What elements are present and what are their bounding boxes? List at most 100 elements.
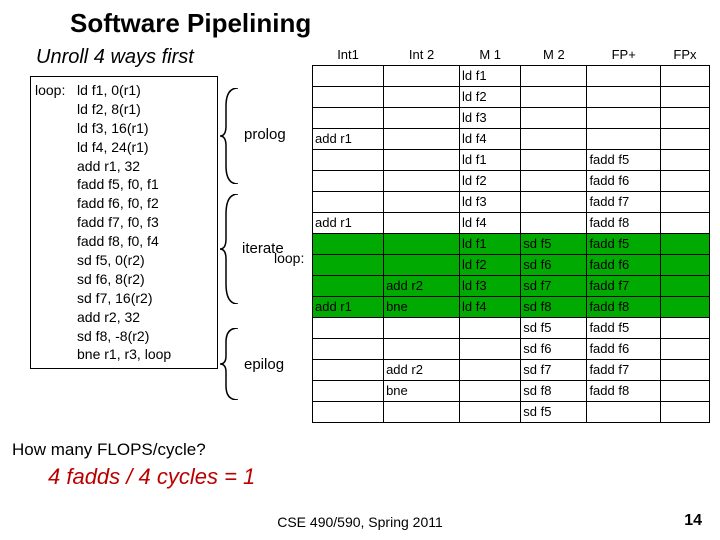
- col-header: Int 2: [384, 44, 460, 65]
- table-cell: [587, 65, 661, 86]
- table-cell: [384, 107, 460, 128]
- table-cell: [521, 128, 587, 149]
- table-cell: fadd f8: [587, 380, 661, 401]
- table-cell: [384, 65, 460, 86]
- table-cell: [521, 86, 587, 107]
- table-cell: [384, 170, 460, 191]
- table-cell: [313, 317, 384, 338]
- table-cell: sd f5: [521, 317, 587, 338]
- table-cell: [587, 128, 661, 149]
- table-cell: sd f5: [521, 401, 587, 422]
- table-row: ld f3fadd f7: [313, 191, 710, 212]
- table-cell: sd f7: [521, 359, 587, 380]
- table-cell: [460, 401, 521, 422]
- table-cell: ld f4: [460, 128, 521, 149]
- table-cell: [313, 233, 384, 254]
- table-cell: fadd f7: [587, 275, 661, 296]
- table-cell: [587, 86, 661, 107]
- table-cell: sd f5: [521, 233, 587, 254]
- table-cell: ld f2: [460, 170, 521, 191]
- table-cell: [384, 191, 460, 212]
- table-cell: sd f6: [521, 338, 587, 359]
- table-row: sd f5fadd f5: [313, 317, 710, 338]
- table-cell: [660, 149, 709, 170]
- table-cell: ld f4: [460, 212, 521, 233]
- loop-code-box: loop:ld f1, 0(r1)ld f2, 8(r1)ld f3, 16(r…: [30, 76, 218, 369]
- table-row: bnesd f8fadd f8: [313, 380, 710, 401]
- table-cell: [384, 128, 460, 149]
- table-cell: [660, 107, 709, 128]
- table-cell: [384, 254, 460, 275]
- table-cell: [521, 149, 587, 170]
- col-header: Int1: [313, 44, 384, 65]
- table-row: ld f2 fadd f6: [313, 170, 710, 191]
- table-cell: [660, 338, 709, 359]
- brace-label-epilog: epilog: [244, 356, 284, 373]
- table-cell: [384, 338, 460, 359]
- col-header: FP+: [587, 44, 661, 65]
- table-cell: ld f1: [460, 65, 521, 86]
- loop-line: fadd f8, f0, f4: [35, 232, 211, 251]
- table-cell: [660, 254, 709, 275]
- table-cell: sd f8: [521, 380, 587, 401]
- table-row: add r1 ld f4: [313, 128, 710, 149]
- table-cell: [660, 170, 709, 191]
- table-cell: [313, 107, 384, 128]
- loop-line: loop:ld f1, 0(r1): [35, 81, 211, 100]
- table-cell: add r1: [313, 212, 384, 233]
- loop-line: ld f3, 16(r1): [35, 119, 211, 138]
- table-cell: [521, 170, 587, 191]
- loop-line: fadd f5, f0, f1: [35, 175, 211, 194]
- loop-line: add r1, 32: [35, 157, 211, 176]
- table-cell: fadd f5: [587, 317, 661, 338]
- table-cell: bne: [384, 296, 460, 317]
- question-text: How many FLOPS/cycle?: [12, 440, 206, 460]
- table-cell: [313, 191, 384, 212]
- table-cell: fadd f5: [587, 233, 661, 254]
- table-cell: fadd f7: [587, 191, 661, 212]
- subtitle: Unroll 4 ways first: [36, 46, 194, 69]
- table-cell: fadd f6: [587, 170, 661, 191]
- table-cell: ld f3: [460, 275, 521, 296]
- table-cell: ld f3: [460, 107, 521, 128]
- table-cell: [384, 401, 460, 422]
- loop-line: fadd f6, f0, f2: [35, 194, 211, 213]
- table-cell: fadd f6: [587, 338, 661, 359]
- table-cell: [660, 86, 709, 107]
- table-cell: fadd f8: [587, 296, 661, 317]
- table-cell: [384, 233, 460, 254]
- loop-line: sd f8, -8(r2): [35, 327, 211, 346]
- table-cell: ld f1: [460, 149, 521, 170]
- table-row: sd f6fadd f6: [313, 338, 710, 359]
- page-title: Software Pipelining: [70, 8, 311, 39]
- table-cell: [521, 212, 587, 233]
- table-cell: fadd f7: [587, 359, 661, 380]
- table-cell: ld f2: [460, 254, 521, 275]
- table-row: add r2ld f3sd f7fadd f7: [313, 275, 710, 296]
- footer-text: CSE 490/590, Spring 2011: [0, 514, 720, 530]
- table-cell: [660, 191, 709, 212]
- loop-line: sd f5, 0(r2): [35, 251, 211, 270]
- schedule-table: Int1Int 2M 1M 2FP+FPx ld f1ld f2ld f3add…: [312, 44, 710, 423]
- table-cell: [313, 401, 384, 422]
- table-cell: [384, 149, 460, 170]
- table-cell: [660, 128, 709, 149]
- table-cell: [460, 317, 521, 338]
- table-cell: fadd f5: [587, 149, 661, 170]
- table-row: ld f1sd f5fadd f5: [313, 233, 710, 254]
- table-cell: add r1: [313, 128, 384, 149]
- table-cell: [660, 65, 709, 86]
- loop-line: sd f6, 8(r2): [35, 270, 211, 289]
- table-cell: sd f7: [521, 275, 587, 296]
- table-cell: [660, 296, 709, 317]
- table-cell: [521, 107, 587, 128]
- loop-line: sd f7, 16(r2): [35, 289, 211, 308]
- table-cell: [313, 275, 384, 296]
- table-cell: [660, 380, 709, 401]
- table-cell: add r2: [384, 359, 460, 380]
- table-cell: [313, 86, 384, 107]
- loop-line: ld f2, 8(r1): [35, 100, 211, 119]
- table-cell: [587, 401, 661, 422]
- table-cell: fadd f6: [587, 254, 661, 275]
- table-cell: ld f2: [460, 86, 521, 107]
